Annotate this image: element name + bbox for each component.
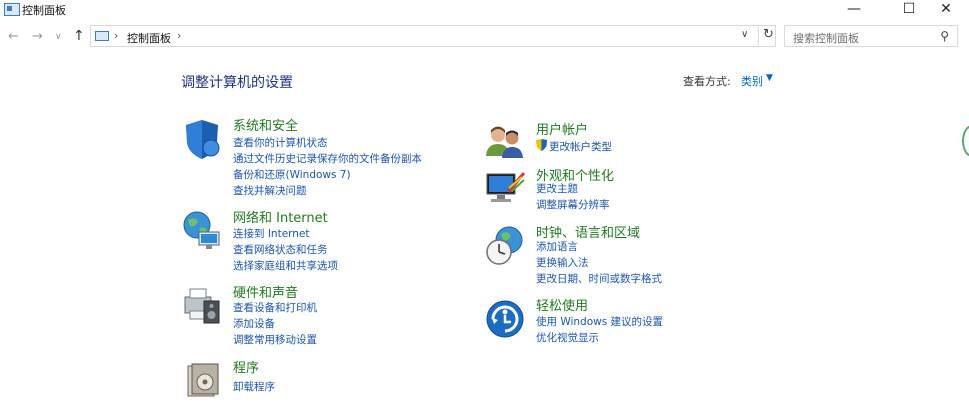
programs-box-icon[interactable] <box>182 360 222 402</box>
link-network-status[interactable]: 查看网络状态和任务 <box>233 242 328 257</box>
category-title[interactable]: 程序 <box>233 357 259 376</box>
link-uninstall-program[interactable]: 卸载程序 <box>233 379 275 394</box>
address-bar[interactable]: › 控制面板 › ∨ ↻ <box>90 25 776 47</box>
category-title[interactable]: 系统和安全 <box>233 115 298 134</box>
network-globe-icon[interactable] <box>182 210 222 252</box>
breadcrumb-control-panel[interactable]: 控制面板 <box>127 30 171 46</box>
clock-globe-icon[interactable] <box>485 225 525 267</box>
breadcrumb-chevron-icon[interactable]: › <box>114 29 118 42</box>
link-homegroup-sharing[interactable]: 选择家庭组和共享选项 <box>233 258 338 273</box>
search-icon[interactable]: ⚲ <box>940 29 949 43</box>
ease-of-access-icon[interactable] <box>485 298 525 340</box>
link-devices-printers[interactable]: 查看设备和打印机 <box>233 300 317 315</box>
navigation-bar: ← → ∨ ↑ › 控制面板 › ∨ ↻ 搜索控制面板 ⚲ <box>0 25 969 51</box>
close-button[interactable]: ✕ <box>923 0 969 20</box>
page-title: 调整计算机的设置 <box>181 75 293 91</box>
link-change-account-type[interactable]: 更改帐户类型 <box>549 139 612 154</box>
category-title[interactable]: 用户帐户 <box>536 119 588 138</box>
up-arrow-icon[interactable]: ↑ <box>73 28 85 44</box>
window-title: 控制面板 <box>22 4 66 17</box>
category-title[interactable]: 网络和 Internet <box>233 207 328 226</box>
link-mobility-settings[interactable]: 调整常用移动设置 <box>233 332 317 347</box>
search-input[interactable]: 搜索控制面板 ⚲ <box>784 25 958 47</box>
users-icon[interactable] <box>485 122 525 164</box>
search-placeholder: 搜索控制面板 <box>793 32 859 45</box>
link-screen-resolution[interactable]: 调整屏幕分辨率 <box>536 197 610 212</box>
link-change-input-method[interactable]: 更换输入法 <box>536 255 589 270</box>
edge-overlay-circle <box>962 125 969 157</box>
link-file-history-backup[interactable]: 通过文件历史记录保存你的文件备份副本 <box>233 151 422 166</box>
view-by-dropdown[interactable]: 类别 <box>741 73 763 89</box>
view-by-label: 查看方式: <box>683 75 731 88</box>
shield-icon[interactable] <box>182 118 222 160</box>
minimize-button[interactable]: — <box>831 0 877 20</box>
recent-locations-chevron-icon[interactable]: ∨ <box>55 32 62 42</box>
link-view-computer-status[interactable]: 查看你的计算机状态 <box>233 135 328 150</box>
link-backup-restore[interactable]: 备份和还原(Windows 7) <box>233 167 351 182</box>
title-bar: 控制面板 — ☐ ✕ <box>0 0 969 20</box>
control-panel-icon <box>4 3 20 16</box>
appearance-monitor-icon[interactable] <box>485 168 525 210</box>
uac-shield-icon <box>536 139 547 151</box>
link-change-theme[interactable]: 更改主题 <box>536 181 578 196</box>
link-recommended-settings[interactable]: 使用 Windows 建议的设置 <box>536 314 663 329</box>
link-optimize-visual-display[interactable]: 优化视觉显示 <box>536 330 599 345</box>
control-panel-icon <box>95 31 109 41</box>
category-title[interactable]: 轻松使用 <box>536 295 588 314</box>
link-troubleshoot[interactable]: 查找并解决问题 <box>233 183 307 198</box>
category-title[interactable]: 硬件和声音 <box>233 282 298 301</box>
back-arrow-icon[interactable]: ← <box>8 29 19 44</box>
forward-arrow-icon[interactable]: → <box>32 29 43 44</box>
link-add-device[interactable]: 添加设备 <box>233 316 275 331</box>
chevron-down-icon[interactable]: ∨ <box>741 29 748 40</box>
link-date-time-format[interactable]: 更改日期、时间或数字格式 <box>536 271 662 286</box>
printer-icon[interactable] <box>182 285 222 327</box>
breadcrumb-chevron-icon[interactable]: › <box>177 29 181 42</box>
refresh-icon[interactable]: ↻ <box>758 27 774 45</box>
link-add-language[interactable]: 添加语言 <box>536 239 578 254</box>
link-connect-internet[interactable]: 连接到 Internet <box>233 226 310 241</box>
chevron-down-icon[interactable]: ▼ <box>766 73 773 83</box>
